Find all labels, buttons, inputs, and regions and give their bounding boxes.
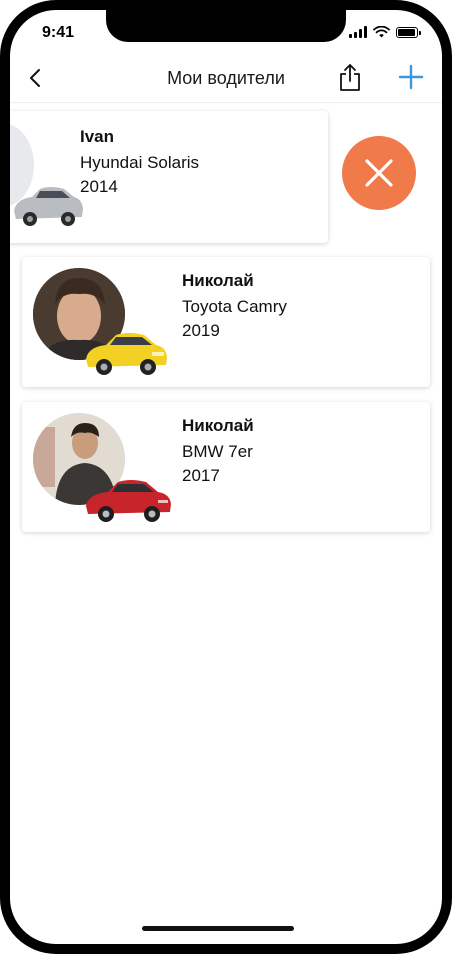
driver-car-model: Hyundai Solaris <box>80 153 200 172</box>
delete-button[interactable] <box>342 136 416 210</box>
driver-name: Ivan <box>80 127 115 146</box>
driver-car-year: 2017 <box>182 466 220 485</box>
driver-name: Николай <box>182 416 254 435</box>
driver-car-year: 2019 <box>182 321 220 340</box>
phone-frame: 9:41 Мои водители Ivan Hyundai Solaris 2… <box>0 0 452 954</box>
status-icons <box>349 26 421 38</box>
car-icon <box>14 187 83 226</box>
nav-divider <box>10 102 442 103</box>
cellular-signal-icon <box>349 26 367 38</box>
back-icon[interactable] <box>24 66 48 90</box>
driver-name: Николай <box>182 271 254 290</box>
close-icon <box>365 159 393 187</box>
screen: 9:41 Мои водители Ivan Hyundai Solaris 2… <box>10 10 442 944</box>
driver-card[interactable]: Николай BMW 7er 2017 <box>22 402 430 532</box>
device-notch <box>106 10 346 42</box>
wifi-icon <box>373 26 390 38</box>
home-indicator[interactable] <box>142 926 294 931</box>
status-time: 9:41 <box>42 24 75 41</box>
driver-card[interactable]: Николай Toyota Camry 2019 <box>22 257 430 387</box>
plus-icon[interactable] <box>398 64 424 90</box>
car-icon <box>86 333 167 375</box>
driver-card[interactable]: Ivan Hyundai Solaris 2014 <box>10 111 328 243</box>
driver-car-model: Toyota Camry <box>182 297 287 316</box>
driver-car-model: BMW 7er <box>182 442 253 461</box>
nav-bar: Мои водители <box>10 56 442 102</box>
driver-car-year: 2014 <box>80 177 118 196</box>
battery-icon <box>396 26 421 38</box>
page-title: Мои водители <box>167 68 285 88</box>
share-icon[interactable] <box>336 62 364 92</box>
car-icon <box>86 480 171 522</box>
